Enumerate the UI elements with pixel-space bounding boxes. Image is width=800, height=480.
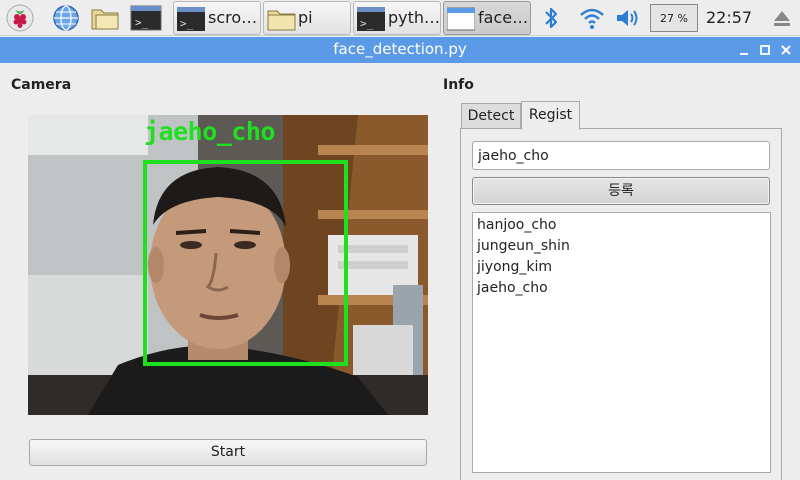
taskbar: >_ >_ scro… pi >_ pyth… face… 27 % 22:57 [0, 0, 800, 36]
close-icon[interactable] [778, 42, 794, 58]
task-button-scrot[interactable]: >_ scro… [173, 1, 261, 35]
name-input[interactable] [472, 141, 770, 170]
task-button-python[interactable]: >_ pyth… [353, 1, 441, 35]
clock[interactable]: 22:57 [706, 8, 752, 27]
svg-text:>_: >_ [360, 17, 374, 30]
window-icon [446, 6, 476, 32]
task-label: face… [478, 8, 529, 27]
task-label: pi [298, 8, 313, 27]
cpu-monitor[interactable]: 27 % [650, 4, 698, 32]
detected-name-label: jaeho_cho [144, 117, 275, 146]
maximize-icon[interactable] [757, 42, 773, 58]
info-section-label: Info [443, 77, 474, 93]
task-label: scro… [208, 8, 258, 27]
terminal-icon: >_ [177, 6, 205, 32]
start-button[interactable]: Start [29, 439, 427, 466]
bluetooth-icon[interactable] [540, 4, 562, 36]
list-item[interactable]: jungeun_shin [473, 236, 770, 257]
register-button[interactable]: 등록 [472, 177, 770, 205]
wifi-icon[interactable] [578, 4, 606, 36]
camera-feed [28, 115, 428, 415]
window-titlebar[interactable]: face_detection.py [0, 37, 800, 63]
terminal-launcher-icon[interactable]: >_ [130, 4, 162, 32]
file-manager-icon[interactable] [90, 4, 119, 32]
eject-icon[interactable] [770, 4, 794, 36]
list-item[interactable]: hanjoo_cho [473, 215, 770, 236]
raspberry-menu-icon[interactable] [6, 4, 34, 32]
task-button-pi[interactable]: pi [263, 1, 351, 35]
tab-detect[interactable]: Detect [461, 103, 521, 129]
window-title: face_detection.py [333, 40, 467, 58]
web-browser-icon[interactable] [52, 4, 80, 32]
list-item[interactable]: jaeho_cho [473, 278, 770, 299]
registered-names-list[interactable]: hanjoo_cho jungeun_shin jiyong_kim jaeho… [472, 212, 771, 473]
terminal-icon: >_ [357, 6, 385, 32]
tab-regist[interactable]: Regist [521, 101, 580, 130]
svg-text:>_: >_ [135, 16, 149, 29]
cpu-usage-label: 27 % [660, 12, 688, 25]
list-item[interactable]: jiyong_kim [473, 257, 770, 278]
svg-text:>_: >_ [180, 17, 194, 30]
camera-section-label: Camera [11, 77, 72, 93]
minimize-icon[interactable] [736, 42, 752, 58]
task-button-face-detection[interactable]: face… [443, 1, 531, 35]
folder-icon [267, 6, 296, 32]
task-label: pyth… [388, 8, 441, 27]
volume-icon[interactable] [614, 4, 642, 36]
